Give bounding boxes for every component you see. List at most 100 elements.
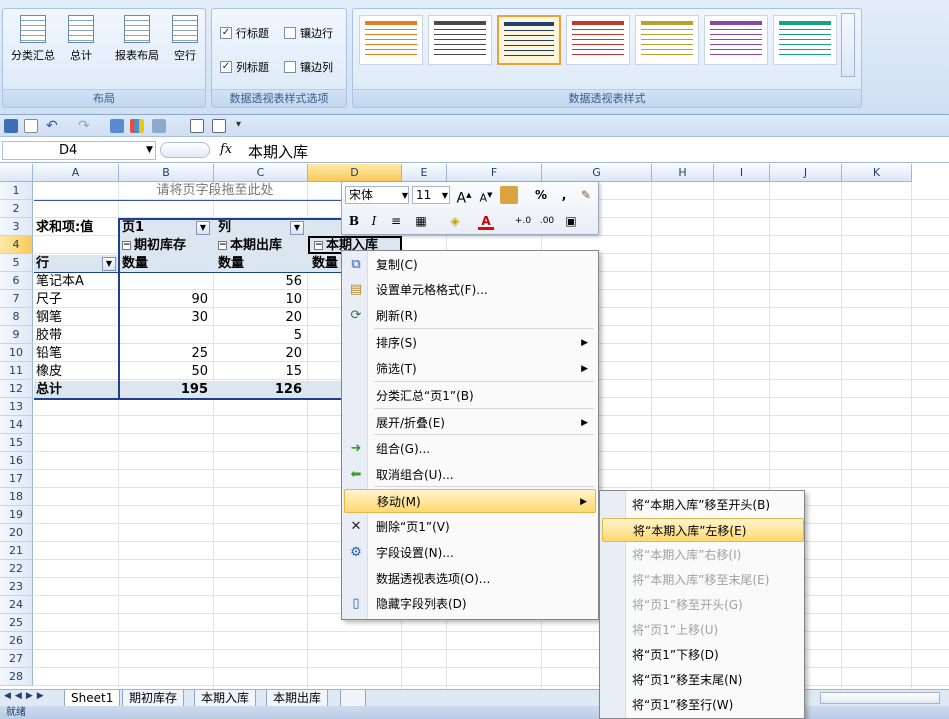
- form-icon[interactable]: [190, 119, 204, 133]
- formula-content[interactable]: 本期入库: [248, 141, 308, 162]
- horizontal-scrollbar[interactable]: [820, 692, 940, 704]
- sheet-nav-arrows-icon[interactable]: ◀◀▶▶: [4, 691, 48, 701]
- context-menu-item[interactable]: 排序(S) ▶: [344, 331, 596, 355]
- row-header-20[interactable]: 20: [0, 524, 33, 542]
- decrease-decimal-icon[interactable]: .00: [538, 212, 556, 230]
- column-header-F[interactable]: F: [447, 164, 542, 182]
- row-header-13[interactable]: 13: [0, 398, 33, 416]
- row-header-21[interactable]: 21: [0, 542, 33, 560]
- row-header-25[interactable]: 25: [0, 614, 33, 632]
- gallery-scroll[interactable]: [841, 13, 855, 77]
- pivot-style-swatch[interactable]: [566, 15, 630, 65]
- context-menu-item[interactable]: ✕ 删除“页1”(V): [344, 515, 596, 539]
- pivot-style-swatch[interactable]: [359, 15, 423, 65]
- pivot-cell-outbound[interactable]: 20: [214, 345, 308, 363]
- row-field-dropdown-icon[interactable]: ▼: [102, 257, 116, 271]
- row-header-28[interactable]: 28: [0, 668, 33, 686]
- context-menu-item[interactable]: 移动(M) ▶: [344, 489, 596, 513]
- context-menu-item[interactable]: ⧉ 复制(C): [344, 253, 596, 277]
- pivot-cell-outbound[interactable]: 20: [214, 309, 308, 327]
- column-header-C[interactable]: C: [214, 164, 308, 182]
- formula-resize-handle[interactable]: [160, 142, 210, 158]
- undo-icon[interactable]: ↶: [46, 119, 60, 133]
- redo-icon[interactable]: ↷: [78, 119, 92, 133]
- pivot-cell-outbound[interactable]: 15: [214, 363, 308, 381]
- move-submenu-item[interactable]: 将“本期入库”右移(I): [602, 543, 804, 567]
- save-icon[interactable]: [4, 119, 18, 133]
- pivot-row-label[interactable]: 铅笔: [36, 345, 118, 363]
- row-header-11[interactable]: 11: [0, 362, 33, 380]
- report-layout-button[interactable]: 报表布局: [109, 13, 165, 83]
- size-dropdown-icon[interactable]: ▼: [440, 187, 450, 205]
- row-header-2[interactable]: 2: [0, 200, 33, 218]
- move-submenu-item[interactable]: 将“页1”移至开头(G): [602, 593, 804, 617]
- row-header-3[interactable]: 3: [0, 218, 33, 236]
- pivot-cell-opening[interactable]: 50: [119, 363, 214, 381]
- insert-function-icon[interactable]: fx: [220, 142, 232, 157]
- move-submenu-item[interactable]: 将“本期入库”移至末尾(E): [602, 568, 804, 592]
- customize-qat-icon[interactable]: ▾: [236, 119, 250, 133]
- pivot-cell-opening[interactable]: 30: [119, 309, 214, 327]
- font-dropdown-icon[interactable]: ▼: [400, 187, 410, 205]
- context-menu-item[interactable]: 数据透视表选项(O)...: [344, 567, 596, 591]
- context-menu-item[interactable]: 筛选(T) ▶: [344, 357, 596, 381]
- row-header-16[interactable]: 16: [0, 452, 33, 470]
- number-format-icon[interactable]: [500, 186, 518, 204]
- row-header-6[interactable]: 6: [0, 272, 33, 290]
- pivot-style-swatch[interactable]: [704, 15, 768, 65]
- context-menu-item[interactable]: ⟳ 刷新(R): [344, 304, 596, 328]
- pivot-cell-outbound[interactable]: 56: [214, 273, 308, 291]
- insert-sheet-icon[interactable]: [340, 690, 366, 707]
- increase-font-icon[interactable]: A▲: [456, 186, 472, 207]
- row-header-22[interactable]: 22: [0, 560, 33, 578]
- row-header-15[interactable]: 15: [0, 434, 33, 452]
- row-header-12[interactable]: 12: [0, 380, 33, 398]
- pivot-style-swatch[interactable]: [428, 15, 492, 65]
- borders-icon[interactable]: ▦: [412, 212, 430, 230]
- row-header-10[interactable]: 10: [0, 344, 33, 362]
- column-header-K[interactable]: K: [842, 164, 912, 182]
- context-menu-item[interactable]: ⚙ 字段设置(N)...: [344, 541, 596, 565]
- col-header-opening-stock[interactable]: − 期初库存: [122, 237, 214, 255]
- grand-totals-button[interactable]: 总计: [55, 13, 107, 83]
- sheet-tab-inbound[interactable]: 本期入库: [194, 690, 257, 707]
- pivot-row-label[interactable]: 尺子: [36, 291, 118, 309]
- percent-style-icon[interactable]: %: [534, 186, 548, 204]
- row-header-17[interactable]: 17: [0, 470, 33, 488]
- blank-rows-button[interactable]: 空行: [159, 13, 211, 83]
- fill-color-icon[interactable]: ◈: [446, 212, 464, 230]
- subtotals-button[interactable]: 分类汇总: [7, 13, 59, 83]
- merge-center-icon[interactable]: ▣: [562, 212, 580, 230]
- context-menu-item[interactable]: ➜ 组合(G)...: [344, 437, 596, 461]
- row-header-18[interactable]: 18: [0, 488, 33, 506]
- column-header-G[interactable]: G: [542, 164, 652, 182]
- new-file-icon[interactable]: [24, 119, 38, 133]
- context-menu-item[interactable]: ▯ 隐藏字段列表(D): [344, 592, 596, 616]
- connect-icon[interactable]: [110, 119, 124, 133]
- context-menu-item[interactable]: 分类汇总“页1”(B): [344, 384, 596, 408]
- move-submenu-item[interactable]: 将“页1”上移(U): [602, 618, 804, 642]
- row-header-27[interactable]: 27: [0, 650, 33, 668]
- draw-icon[interactable]: [152, 119, 166, 133]
- column-header-A[interactable]: A: [33, 164, 119, 182]
- row-header-9[interactable]: 9: [0, 326, 33, 344]
- sheet-tab-sheet1[interactable]: Sheet1: [64, 690, 121, 707]
- pivot-style-swatch[interactable]: [497, 15, 561, 65]
- italic-icon[interactable]: I: [366, 212, 382, 230]
- column-header-H[interactable]: H: [652, 164, 714, 182]
- pivot-row-label[interactable]: 钢笔: [36, 309, 118, 327]
- column-header-I[interactable]: I: [714, 164, 770, 182]
- increase-decimal-icon[interactable]: +.0: [514, 212, 532, 230]
- comma-style-icon[interactable]: ,: [558, 186, 570, 204]
- column-header-B[interactable]: B: [119, 164, 214, 182]
- collapse-icon[interactable]: −: [314, 241, 323, 250]
- column-header-J[interactable]: J: [770, 164, 842, 182]
- row-header-14[interactable]: 14: [0, 416, 33, 434]
- column-header-E[interactable]: E: [402, 164, 447, 182]
- row-header-1[interactable]: 1: [0, 182, 33, 200]
- pivot-cell-opening[interactable]: 25: [119, 345, 214, 363]
- chart-icon[interactable]: [130, 119, 144, 133]
- row-header-24[interactable]: 24: [0, 596, 33, 614]
- collapse-icon[interactable]: −: [218, 241, 227, 250]
- context-menu-item[interactable]: ⬅ 取消组合(U)...: [344, 463, 596, 487]
